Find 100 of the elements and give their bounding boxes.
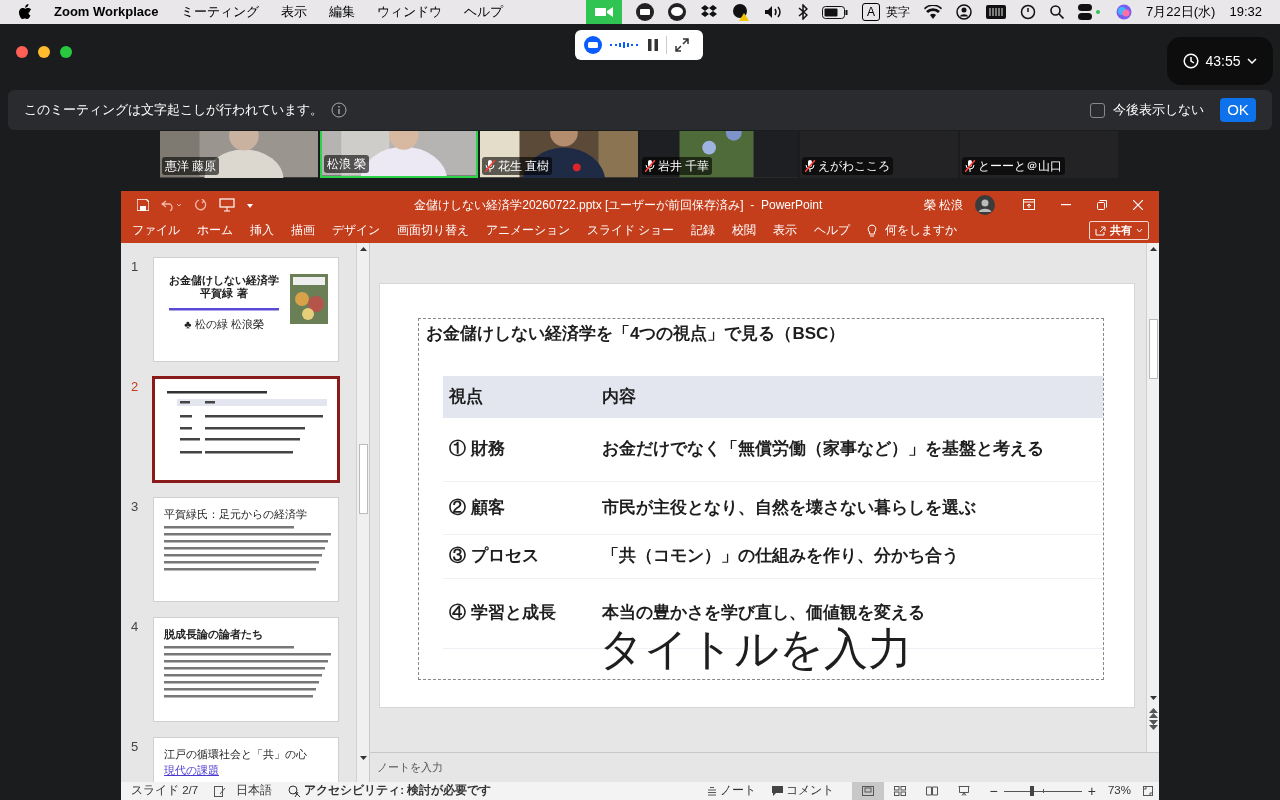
scroll-thumb[interactable] — [358, 443, 368, 514]
app-name[interactable]: Zoom Workplace — [54, 2, 159, 22]
ribbon-tab[interactable]: デザイン — [332, 221, 380, 240]
customize-caret-icon[interactable] — [247, 201, 253, 208]
close-button[interactable] — [16, 46, 28, 58]
expand-icon[interactable] — [675, 38, 689, 52]
scrollbar[interactable] — [1146, 243, 1159, 752]
input-source-label[interactable]: 英字 — [886, 3, 911, 21]
presenter-icon[interactable] — [219, 197, 235, 212]
ribbon-tab[interactable]: 表示 — [773, 221, 798, 240]
share-button[interactable]: 共有 — [1089, 221, 1149, 240]
redo-icon[interactable] — [195, 198, 207, 211]
menu-item[interactable]: ウィンドウ — [376, 2, 442, 22]
bluetooth-icon[interactable] — [798, 4, 809, 20]
wifi-icon[interactable] — [924, 5, 943, 19]
title-placeholder-text[interactable]: タイトルを入力 — [419, 626, 1103, 671]
scroll-up-icon[interactable] — [1149, 247, 1157, 251]
slide-thumbnail[interactable]: お金儲けしない経済学 平賀緑 著 ♣ 松の緑 松浪榮 — [153, 257, 339, 362]
scroll-thumb[interactable] — [1148, 319, 1158, 379]
ok-button[interactable]: OK — [1220, 98, 1256, 122]
slider-thumb[interactable] — [1030, 786, 1035, 796]
ribbon-tab[interactable]: アニメーション — [486, 221, 570, 240]
chat-app-icon[interactable] — [668, 3, 687, 21]
fit-to-window-icon[interactable] — [1143, 786, 1153, 796]
participant-tile[interactable]: 岩井 千華 — [640, 131, 798, 178]
scroll-down-icon[interactable] — [359, 756, 367, 760]
spelling-check-icon[interactable] — [214, 785, 227, 797]
checkbox-label: 今後表示しない — [1113, 101, 1204, 120]
undo-icon[interactable] — [161, 198, 183, 211]
timer-badge[interactable]: 43:55 — [1167, 37, 1273, 85]
slide-thumbnail[interactable]: 江戸の循環社会と「共」の心 現代の課題 — [153, 737, 339, 782]
ribbon-tab[interactable]: 記録 — [691, 221, 716, 240]
avatar-icon[interactable] — [975, 194, 995, 215]
minimize-icon[interactable] — [1061, 203, 1071, 206]
zoom-button[interactable] — [60, 46, 72, 58]
slide-thumbnail[interactable]: 脱成長論の論者たち — [153, 617, 339, 722]
comments-button[interactable]: コメント — [771, 782, 834, 800]
participant-tile[interactable]: 松浪 榮 — [320, 131, 478, 178]
zoom-in-button[interactable]: + — [1087, 780, 1096, 800]
slide-title[interactable]: お金儲けしない経済学を「4つの視点」で見る（BSC） — [419, 321, 1103, 347]
ribbon-tab[interactable]: 挿入 — [250, 221, 274, 240]
keyboard-icon[interactable] — [986, 5, 1007, 19]
participant-tile[interactable]: とーーと＠山口 — [960, 131, 1118, 178]
menu-item[interactable]: ヘルプ — [463, 2, 503, 22]
battery-icon[interactable] — [822, 5, 849, 19]
zoom-slider[interactable] — [1003, 786, 1082, 796]
ribbon-tab[interactable]: 画面切り替え — [397, 221, 469, 240]
ribbon-tab[interactable]: ホーム — [197, 221, 233, 240]
checkbox[interactable] — [1090, 102, 1105, 118]
slide-thumbnail[interactable] — [153, 377, 339, 482]
restore-icon[interactable] — [1097, 199, 1107, 210]
zoom-out-button[interactable]: − — [989, 780, 998, 800]
scroll-down-icon[interactable] — [1149, 696, 1157, 700]
zoom-percentage[interactable]: 73% — [1107, 782, 1131, 800]
text-placeholder-frame[interactable]: お金儲けしない経済学を「4つの視点」で見る（BSC） 視点 内容 ① 財務 お金だけでなく「無償労働（家事など）」を基盤と考える ② 顧客 市民が主役となり、自然を壊さない暮らしを選ぶ ③ プロセス 「共（コモン）」の仕組みを作り、分かち合う ④ 学習と成長 本当の豊かさを学び直し、価値観を変える タイトルを入力 — [418, 318, 1104, 680]
siri-icon[interactable] — [1116, 4, 1133, 20]
save-icon[interactable] — [137, 198, 149, 211]
ribbon-tab[interactable]: 校閲 — [732, 221, 757, 240]
control-center-icon[interactable] — [1078, 4, 1103, 20]
normal-view-button[interactable] — [851, 782, 884, 800]
scrollbar[interactable] — [356, 243, 369, 782]
pause-icon[interactable] — [648, 39, 658, 51]
ribbon-display-icon[interactable] — [1023, 199, 1035, 210]
ribbon-tab[interactable]: ファイル — [132, 221, 180, 240]
zoom-logo-icon[interactable] — [584, 36, 602, 54]
warning-badge-icon[interactable] — [732, 3, 751, 21]
accessibility-status[interactable]: アクセシビリティ: 検討が必要です — [304, 782, 492, 800]
participant-tile[interactable]: 花生 直樹 — [480, 131, 638, 178]
language-indicator[interactable]: 日本語 — [236, 782, 273, 800]
accessibility-icon[interactable] — [288, 785, 302, 797]
scroll-up-icon[interactable] — [359, 247, 367, 251]
notes-button[interactable]: ノート — [706, 782, 756, 800]
next-slide-icon[interactable] — [1148, 720, 1158, 730]
participant-name: 松浪 榮 — [327, 156, 367, 173]
minimize-button[interactable] — [38, 46, 50, 58]
input-source-key[interactable]: A — [862, 3, 881, 21]
ribbon-tab[interactable]: ヘルプ — [814, 221, 851, 240]
info-icon[interactable] — [331, 102, 347, 118]
clock-history-icon[interactable] — [1020, 4, 1037, 20]
ribbon-tab[interactable]: 描画 — [291, 221, 315, 240]
box-icon[interactable] — [700, 4, 719, 20]
slide-thumbnail[interactable]: 平賀緑氏：足元からの経済学 — [153, 497, 339, 602]
previous-slide-icon[interactable] — [1148, 708, 1158, 718]
timer-text: 43:55 — [1205, 51, 1241, 71]
apple-icon[interactable] — [18, 4, 32, 20]
participant-tile[interactable]: えがわこころ — [800, 131, 958, 178]
close-icon[interactable] — [1133, 199, 1143, 210]
user-name[interactable]: 榮 松浪 — [923, 195, 963, 214]
menu-bar-time[interactable]: 19:32 — [1229, 2, 1262, 22]
menu-item[interactable]: ミーティング — [180, 2, 259, 22]
tell-me-search[interactable]: 何をしますか — [885, 221, 958, 240]
menu-item[interactable]: 表示 — [280, 2, 307, 22]
menu-bar-date[interactable]: 7月22日(水) — [1146, 2, 1216, 22]
user-icon[interactable] — [956, 4, 973, 20]
search-icon[interactable] — [1050, 5, 1065, 19]
participant-tile[interactable]: 惠洋 藤原 — [160, 131, 318, 178]
ribbon-tab[interactable]: スライド ショー — [587, 221, 675, 240]
lightbulb-icon[interactable] — [867, 223, 878, 238]
zoom-app-icon[interactable] — [636, 3, 655, 21]
menu-item[interactable]: 編集 — [328, 2, 355, 22]
